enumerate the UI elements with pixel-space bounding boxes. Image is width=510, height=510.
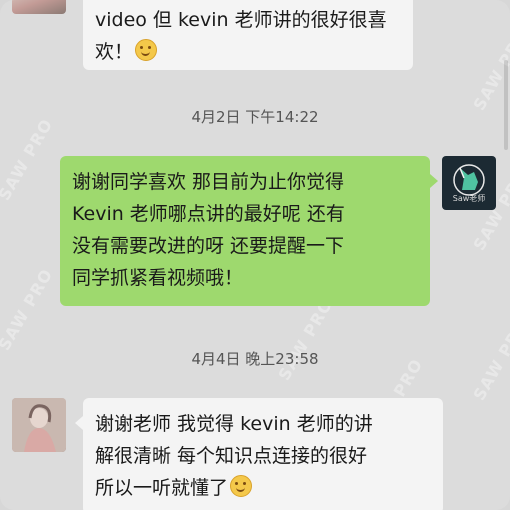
message-text-line: 所以一听就懂了 — [95, 472, 431, 504]
portrait-avatar-icon — [12, 398, 66, 452]
watermark: SAW PRO — [274, 295, 337, 384]
scrollbar[interactable] — [504, 60, 508, 150]
message-text-line: 解很清晰 每个知识点连接的很好 — [95, 445, 368, 467]
message-text-line: 欢！ — [95, 36, 401, 68]
message-text-line: video 但 kevin 老师讲的很好很喜 — [95, 9, 387, 31]
watermark: SAW PRO — [0, 115, 57, 204]
watermark: SAW PRO — [0, 265, 57, 354]
message-bubble-teacher[interactable]: 谢谢同学喜欢 那目前为止你觉得 Kevin 老师哪点讲的最好呢 还有 没有需要改… — [60, 156, 438, 306]
chat-window: SAW PRO SAW PRO SAW PRO SAW PRO SAW PRO … — [0, 0, 510, 510]
smile-emoji-icon — [230, 475, 253, 497]
avatar-student[interactable] — [12, 398, 66, 452]
message-text-line: 谢谢同学喜欢 那目前为止你觉得 — [72, 171, 345, 193]
timestamp: 4月4日 晚上23:58 — [191, 350, 319, 368]
message-text-line: 同学抓紧看视频哦！ — [72, 267, 244, 289]
avatar-student[interactable] — [12, 0, 66, 14]
message-bubble-student[interactable]: 谢谢老师 我觉得 kevin 老师的讲 解很清晰 每个知识点连接的很好 所以一听… — [75, 398, 443, 510]
message-text-line: Kevin 老师哪点讲的最好呢 还有 — [72, 203, 345, 225]
smile-emoji-icon — [135, 39, 158, 61]
avatar-caption: Saw老师 — [452, 194, 486, 203]
timestamp: 4月2日 下午14:22 — [191, 108, 319, 126]
message-text-line: 没有需要改进的呀 还要提醒一下 — [72, 235, 345, 257]
message-bubble-student[interactable]: video 但 kevin 老师讲的很好很喜 欢！ — [83, 0, 413, 70]
avatar-teacher[interactable]: Saw老师 — [442, 156, 496, 210]
message-text-line: 谢谢老师 我觉得 kevin 老师的讲 — [95, 413, 373, 435]
